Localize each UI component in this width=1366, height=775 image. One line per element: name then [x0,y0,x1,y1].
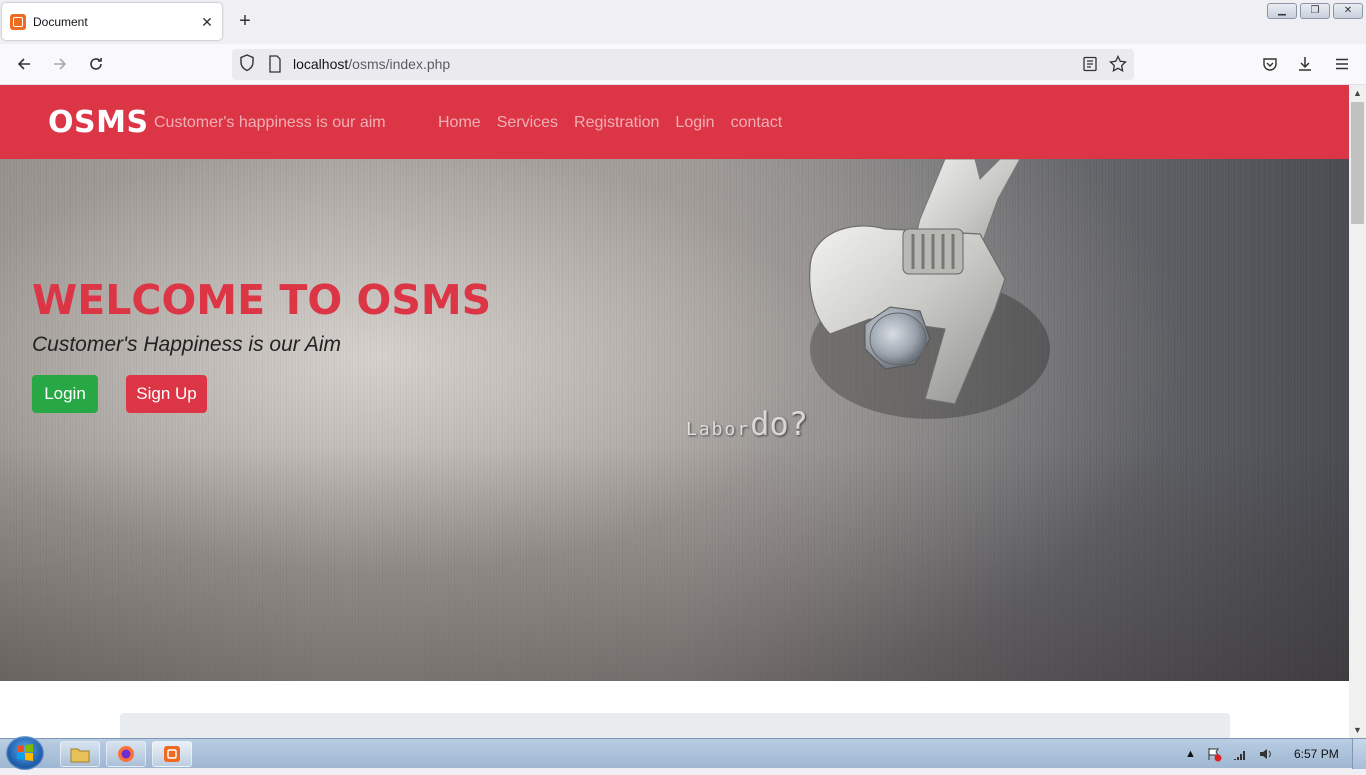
tab-strip: Document ✕ + ▁ ❐ ✕ [0,0,1366,44]
nav-contact-link[interactable]: contact [723,114,791,132]
firefox-icon [118,746,134,762]
content-jumbotron [120,713,1230,738]
nav-registration-link[interactable]: Registration [566,114,667,132]
volume-icon[interactable] [1258,747,1274,761]
login-button[interactable]: Login [32,375,98,413]
xampp-icon [164,746,180,762]
vertical-scrollbar[interactable]: ▲ ▼ [1349,85,1366,738]
show-hidden-icons-icon[interactable]: ▲ [1185,748,1196,760]
close-window-button[interactable]: ✕ [1333,3,1363,19]
url-path: /osms/index.php [348,56,451,72]
watermark-labor: Labor [686,419,751,440]
downloads-icon[interactable] [1293,52,1317,76]
shield-icon[interactable] [238,53,256,78]
xampp-favicon-icon [10,13,26,30]
browser-toolbar: localhost/osms/index.php [0,44,1366,85]
app-menu-icon[interactable] [1330,52,1354,76]
back-icon[interactable] [12,52,36,76]
bookmark-star-icon[interactable] [1109,54,1127,78]
network-icon[interactable] [1232,747,1248,761]
hero-shading [0,159,1349,681]
taskbar-clock[interactable]: 6:57 PM [1294,747,1339,761]
forward-icon[interactable] [48,52,72,76]
reader-view-icon[interactable] [1082,56,1098,77]
reload-icon[interactable] [84,52,108,76]
action-center-flag-icon[interactable] [1206,746,1222,762]
navbar-tagline: Customer's happiness is our aim [154,114,386,131]
site-navbar: OSMS Customer's happiness is our aim Hom… [0,85,1349,159]
taskbar: ▲ 6:57 PM [0,736,1366,770]
scroll-down-arrow-icon[interactable]: ▼ [1349,722,1366,738]
start-button[interactable] [6,736,44,770]
scrollbar-thumb[interactable] [1351,102,1364,224]
url-host: localhost [293,56,349,72]
browser-tab[interactable]: Document ✕ [2,3,222,40]
show-desktop-button[interactable] [1352,739,1366,769]
nav-home-link[interactable]: Home [430,114,489,132]
tab-title: Document [33,14,88,29]
wrench-image [809,159,1050,419]
pocket-icon[interactable] [1258,52,1282,76]
brand-logo[interactable]: OSMS [48,105,149,140]
windows-logo-icon [17,744,33,761]
taskbar-firefox[interactable] [106,741,146,767]
url-bar[interactable]: localhost/osms/index.php [232,49,1134,80]
system-tray: ▲ [1185,743,1274,765]
hero-watermark: Labordo? [686,405,808,443]
close-tab-icon[interactable]: ✕ [198,13,216,31]
sign-up-button[interactable]: Sign Up [126,375,207,413]
hero-subtitle: Customer's Happiness is our Aim [32,333,342,356]
page-viewport: OSMS Customer's happiness is our aim Hom… [0,85,1349,738]
windows-explorer-icon [70,748,90,763]
hero-title: WELCOME TO OSMS [32,276,492,324]
nav-login-link[interactable]: Login [667,114,722,132]
taskbar-xampp[interactable] [152,741,192,767]
url-text: localhost/osms/index.php [293,56,450,72]
site-menu: Home Services Registration Login contact [430,114,790,132]
page-info-icon[interactable] [268,55,282,78]
new-tab-icon[interactable]: + [234,11,256,33]
scroll-up-arrow-icon[interactable]: ▲ [1349,85,1366,101]
nav-services-link[interactable]: Services [489,114,566,132]
hero-banner: Labordo? WELCOME TO OSMS Customer's Happ… [0,159,1349,681]
watermark-do: do? [750,405,808,443]
minimize-window-button[interactable]: ▁ [1267,3,1297,19]
restore-window-button[interactable]: ❐ [1300,3,1330,19]
taskbar-explorer[interactable] [60,741,100,767]
